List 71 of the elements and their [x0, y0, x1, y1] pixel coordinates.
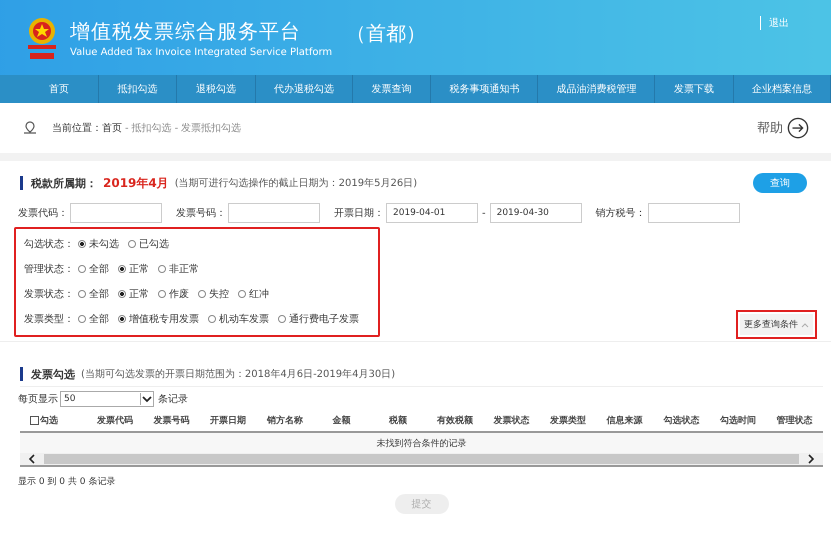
- column-header: 勾选: [40, 414, 58, 426]
- breadcrumb-link[interactable]: 发票抵扣勾选: [181, 121, 242, 135]
- breadcrumb-separator: -: [125, 122, 129, 134]
- breadcrumb-separator: -: [174, 122, 178, 134]
- radio-label: 作废: [169, 288, 189, 300]
- column-header: 开票日期: [210, 414, 246, 426]
- section-note: (当期可勾选发票的开票日期范围为：2018年4月6日-2019年4月30日): [81, 368, 396, 381]
- radio-label: 全部: [89, 262, 109, 276]
- radio-label: 已勾选: [139, 238, 169, 250]
- breadcrumb-label: 当前位置：: [52, 122, 102, 135]
- page-size-suffix: 条记录: [158, 393, 188, 406]
- radio-label: 通行费电子发票: [289, 312, 359, 326]
- column-header: 信息来源: [606, 414, 643, 426]
- platform-title: 增值税发票综合服务平台: [70, 18, 302, 44]
- column-header: 勾选状态: [663, 414, 700, 426]
- field-label: 发票代码：: [18, 207, 68, 220]
- nav-tab[interactable]: 成品油消费税管理: [538, 75, 656, 103]
- nav-tab[interactable]: 退税勾选: [177, 75, 256, 103]
- input-field[interactable]: 2019-04-01: [386, 203, 478, 223]
- more-conditions-button[interactable]: 更多查询条件: [740, 314, 813, 335]
- column-header: 发票号码: [154, 414, 190, 426]
- nav-tab[interactable]: 发票下载: [655, 75, 734, 103]
- radio-label: 全部: [89, 312, 109, 326]
- radio-label: 失控: [209, 288, 229, 300]
- filter-label: 发票类型：: [24, 312, 74, 326]
- date-range-separator: -: [482, 208, 486, 218]
- empty-message: 未找到符合条件的记录: [376, 438, 466, 450]
- field-label: 发票号码：: [176, 207, 226, 220]
- period-value: 2019年4月: [103, 174, 169, 192]
- nav-tab[interactable]: 发票查询: [352, 75, 432, 103]
- breadcrumb-link[interactable]: 首页: [102, 121, 122, 135]
- column-header: 金额: [332, 414, 351, 426]
- column-header: 发票状态: [493, 414, 530, 426]
- period-label: 税款所属期：: [31, 176, 97, 190]
- radio-label: 增值税专用发票: [129, 312, 199, 326]
- period-note: (当期可进行勾选操作的截止日期为：2019年5月26日): [174, 176, 418, 190]
- column-header: 勾选时间: [720, 414, 756, 426]
- page-size-label: 每页显示: [18, 393, 58, 406]
- radio-label: 非正常: [169, 262, 199, 276]
- field-label: 开票日期：: [334, 206, 384, 220]
- filter-label: 管理状态：: [24, 262, 74, 276]
- radio-label: 正常: [129, 262, 149, 276]
- nav-tab[interactable]: 首页: [20, 75, 99, 103]
- column-header: 发票类型: [550, 414, 586, 426]
- logout-link[interactable]: 退出: [760, 16, 789, 30]
- page-size-select[interactable]: 50: [60, 391, 154, 407]
- radio-label: 红冲: [249, 288, 269, 300]
- column-header: 税额: [389, 414, 408, 426]
- nav-tab[interactable]: 抵扣勾选: [98, 75, 178, 103]
- field-label: 销方税号：: [596, 206, 646, 220]
- column-header: 销方名称: [266, 414, 303, 426]
- radio-label: 未勾选: [89, 238, 119, 250]
- section-title: 发票勾选: [31, 366, 75, 382]
- platform-subtitle: Value Added Tax Invoice Integrated Service Platform: [70, 46, 332, 58]
- query-button[interactable]: 查询: [753, 173, 807, 193]
- nav-tab[interactable]: 代办退税勾选: [256, 75, 353, 103]
- radio-label: 全部: [89, 288, 109, 300]
- nav-tab[interactable]: 税务事项通知书: [431, 75, 538, 103]
- column-header: 有效税额: [436, 414, 473, 426]
- filter-label: 勾选状态：: [24, 238, 74, 250]
- nav-tab[interactable]: 企业档案信息: [734, 75, 831, 103]
- region-label: （首都）: [346, 20, 426, 47]
- input-field[interactable]: 2019-04-30: [490, 203, 582, 223]
- filter-label: 发票状态：: [24, 288, 74, 300]
- radio-label: 正常: [129, 288, 149, 300]
- radio-label: 机动车发票: [219, 312, 269, 326]
- column-header: 管理状态: [776, 414, 813, 426]
- pagination-info: 显示 0 到 0 共 0 条记录: [18, 476, 116, 488]
- breadcrumb-link[interactable]: 抵扣勾选: [132, 121, 172, 135]
- column-header: 发票代码: [96, 414, 133, 426]
- help-link[interactable]: 帮助: [757, 119, 783, 137]
